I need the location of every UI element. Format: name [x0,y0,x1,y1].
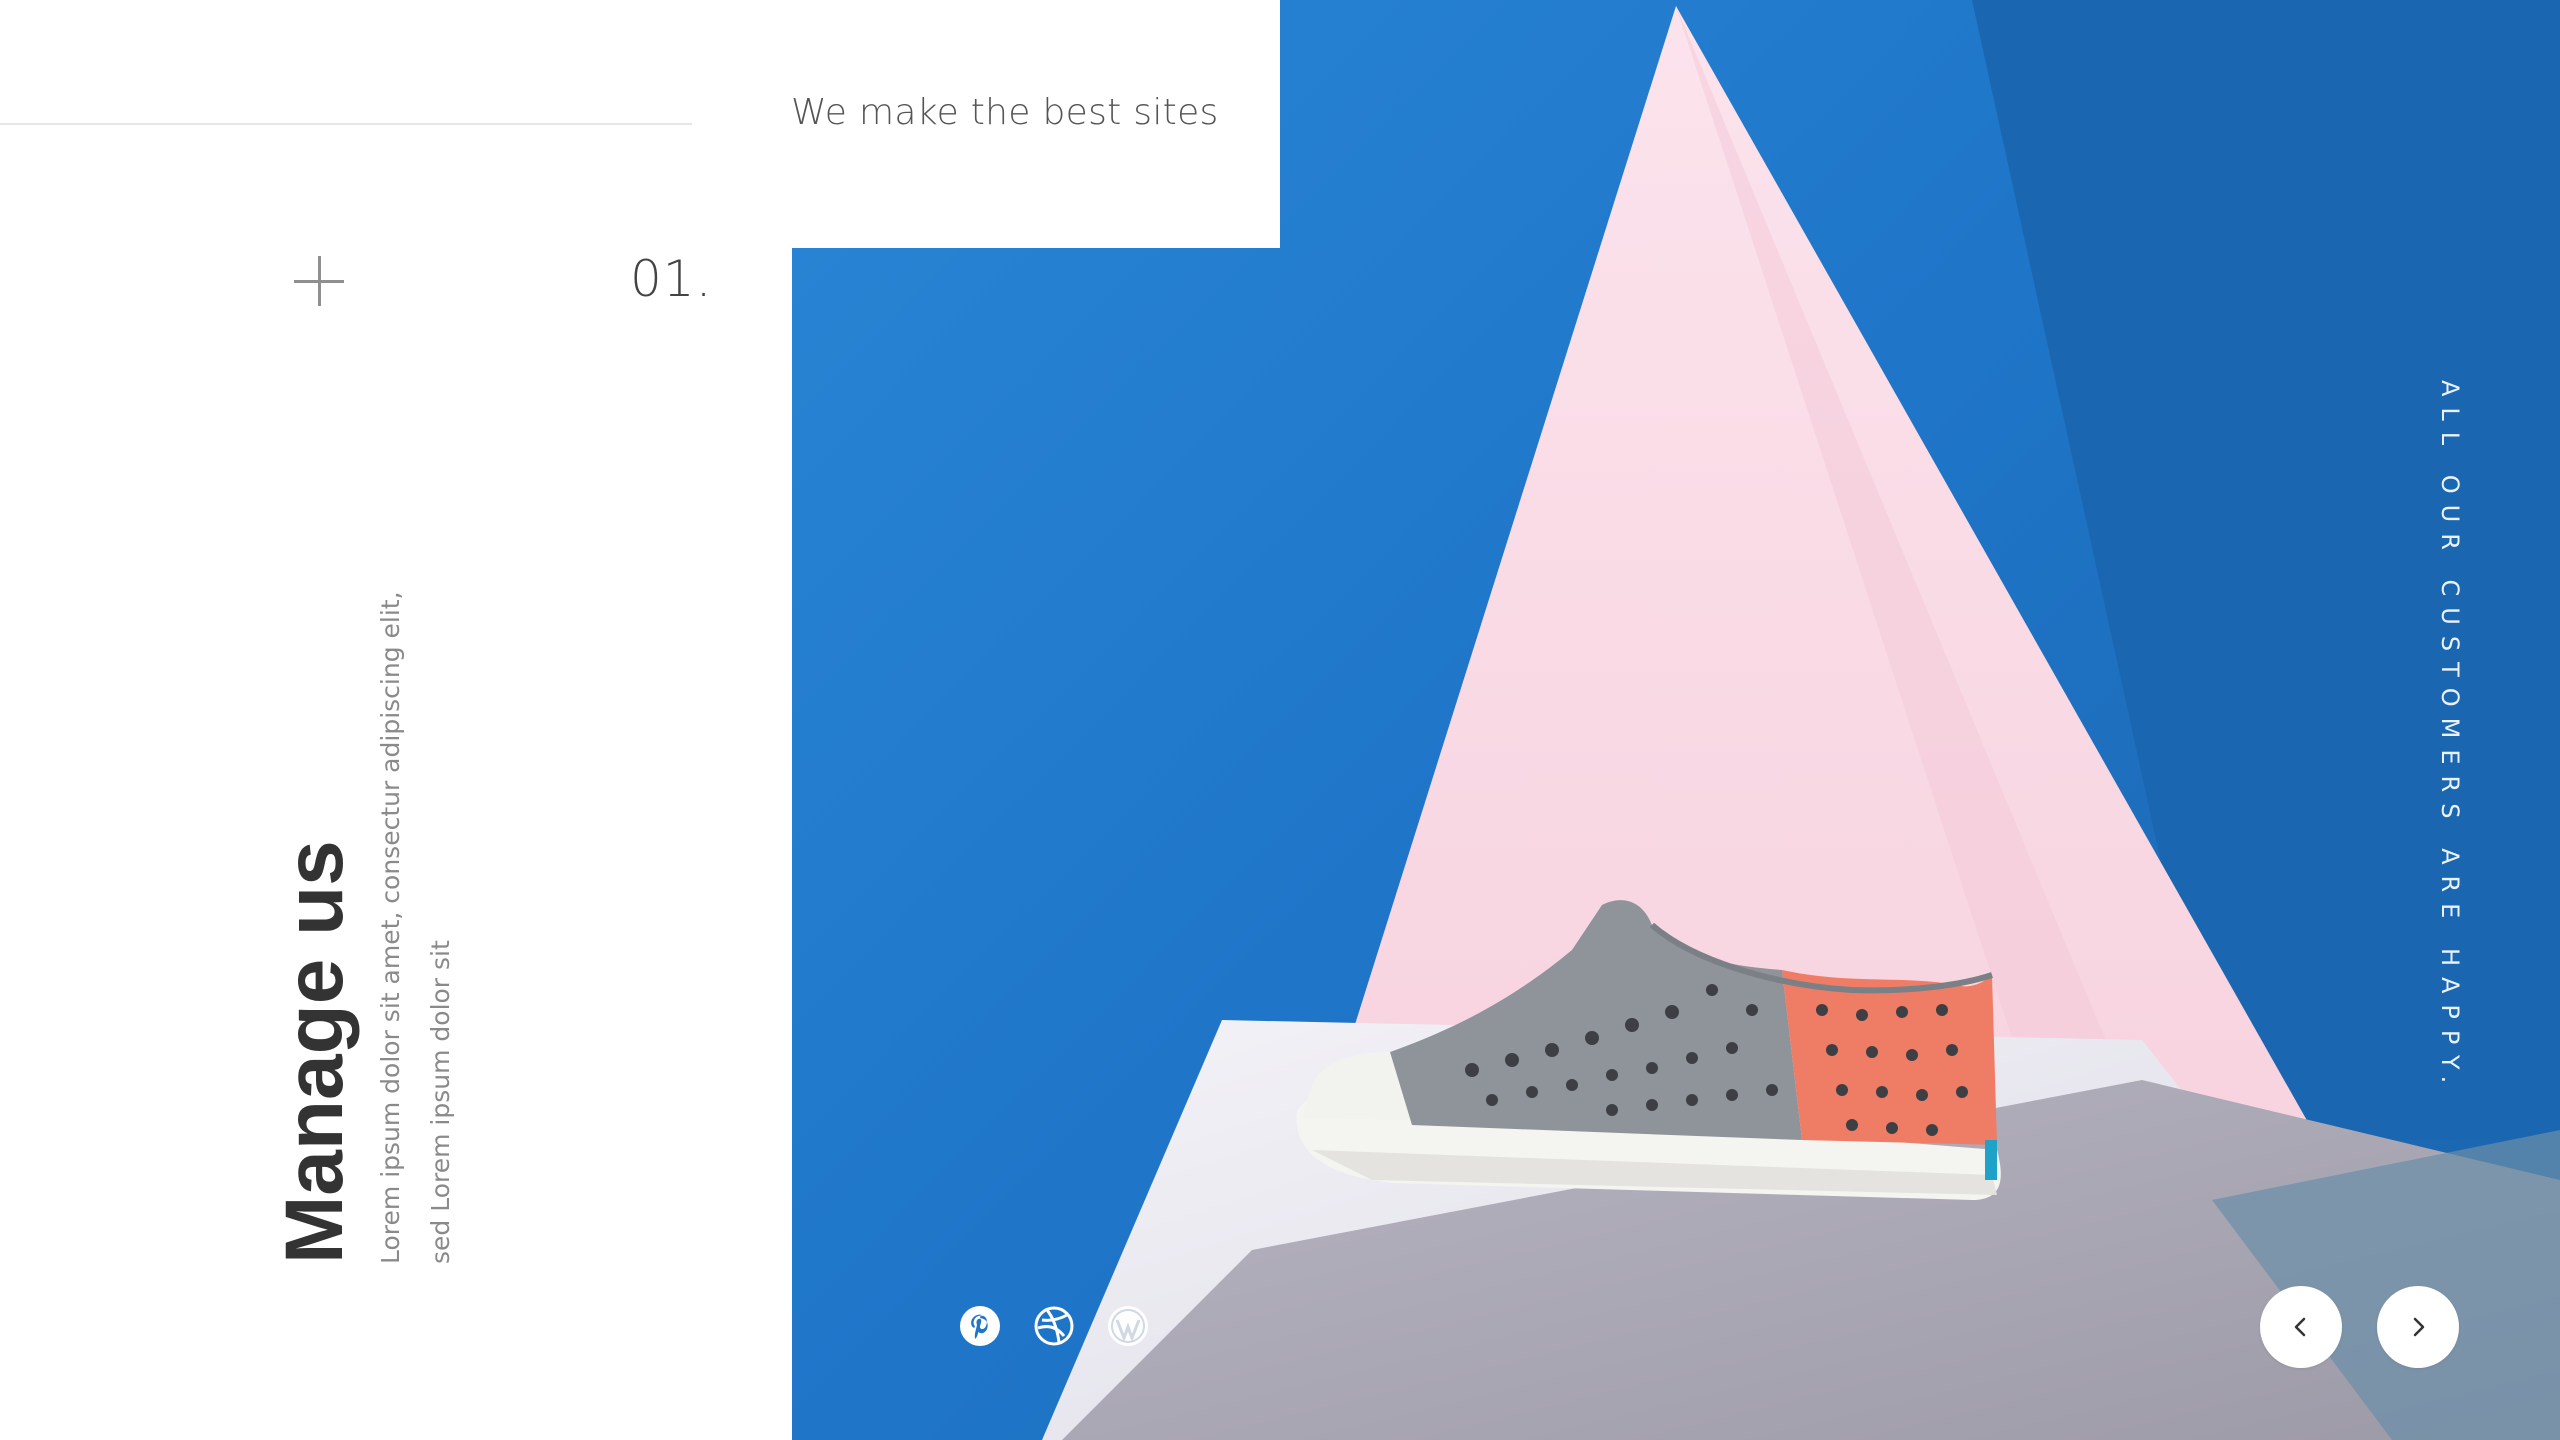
slide-number: 01. [630,250,713,308]
next-slide-button[interactable] [2377,1286,2459,1368]
slide-text-block: Manage us Lorem ipsum dolor sit amet, co… [269,564,466,1264]
prev-slide-button[interactable] [2260,1286,2342,1368]
slide-description: Lorem ipsum dolor sit amet, consectur ad… [376,591,455,1264]
page: 01. Manage us Lorem ipsum dolor sit amet… [0,0,2560,1440]
top-divider [0,123,692,125]
wordpress-icon[interactable] [1108,1306,1148,1346]
pinterest-icon[interactable] [960,1306,1000,1346]
side-caption: ALL OUR CUSTOMERS ARE HAPPY. [2436,380,2464,1095]
plus-icon[interactable] [294,256,344,306]
dribbble-icon[interactable] [1034,1306,1074,1346]
chevron-right-icon [2413,1317,2425,1337]
tagline: We make the best sites [791,92,1219,133]
chevron-left-icon [2294,1317,2306,1337]
slide-title: Manage us [269,840,360,1264]
